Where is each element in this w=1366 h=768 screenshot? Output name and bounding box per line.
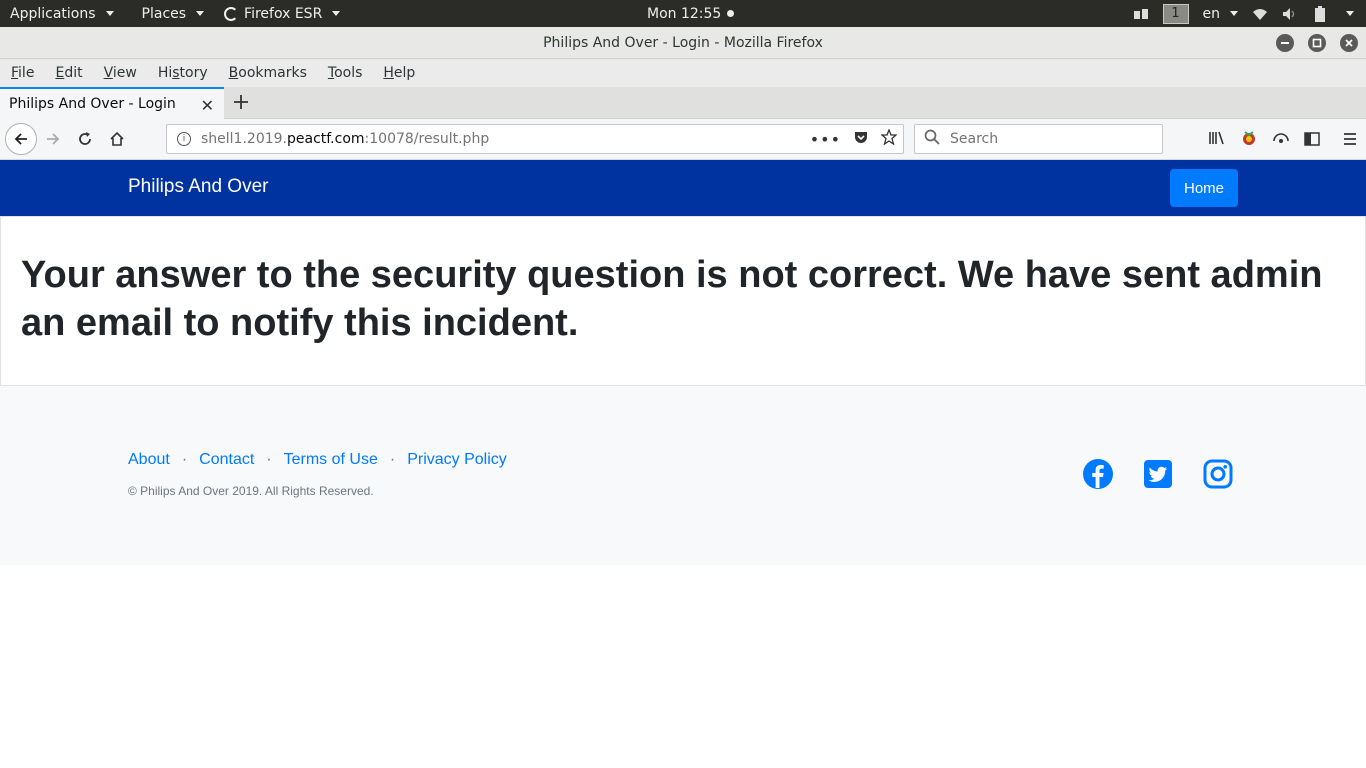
page-content: Philips And Over Home Your answer to the… <box>0 160 1366 768</box>
close-tab-icon[interactable]: ✕ <box>201 96 214 115</box>
hamburger-menu-icon[interactable] <box>1342 131 1358 150</box>
footer-link-contact[interactable]: Contact <box>199 451 254 469</box>
sidebar-icon[interactable] <box>1304 131 1320 150</box>
maximize-button[interactable] <box>1308 34 1326 52</box>
forward-button[interactable] <box>39 125 67 153</box>
home-toolbar-button[interactable] <box>103 125 131 153</box>
home-button[interactable]: Home <box>1170 169 1238 207</box>
menu-view[interactable]: View <box>93 65 147 81</box>
menu-bar: File Edit View History Bookmarks Tools H… <box>0 59 1366 87</box>
chevron-down-icon[interactable] <box>1346 11 1354 16</box>
instagram-icon[interactable] <box>1202 458 1234 490</box>
places-menu[interactable]: Places <box>132 0 215 27</box>
tab-bar: Philips And Over - Login ✕ <box>0 87 1366 119</box>
footer-links: About · Contact · Terms of Use · Privacy… <box>128 451 507 469</box>
system-tray: 1 en <box>1133 0 1366 27</box>
facebook-icon[interactable] <box>1082 458 1114 490</box>
minimize-icon <box>1281 42 1289 44</box>
app-menu-label: Firefox ESR <box>244 5 323 22</box>
url-text: shell1.2019.peactf.com:10078/result.php <box>201 131 490 147</box>
footer-separator: · <box>181 451 188 468</box>
monitor-icon[interactable] <box>1272 130 1290 150</box>
search-bar[interactable]: Search <box>914 124 1163 154</box>
close-icon <box>1345 39 1353 47</box>
app-menu[interactable]: Firefox ESR <box>214 0 350 27</box>
library-icon[interactable] <box>1208 130 1226 150</box>
menu-help[interactable]: Help <box>372 65 425 81</box>
arrow-right-icon <box>47 133 60 145</box>
footer-link-terms[interactable]: Terms of Use <box>284 451 378 469</box>
site-brand[interactable]: Philips And Over <box>128 176 268 198</box>
page-actions-icon[interactable]: ••• <box>810 130 841 149</box>
pocket-icon[interactable] <box>853 129 869 149</box>
places-label: Places <box>141 5 187 22</box>
minimize-button[interactable] <box>1276 34 1294 52</box>
clock-label: Mon 12:55 <box>647 5 722 22</box>
window-titlebar[interactable]: Philips And Over - Login - Mozilla Firef… <box>0 27 1366 59</box>
navigation-toolbar: i shell1.2019.peactf.com:10078/result.ph… <box>0 119 1366 160</box>
social-links <box>1082 458 1234 490</box>
applications-menu[interactable]: Applications <box>0 0 124 27</box>
tab-active[interactable]: Philips And Over - Login ✕ <box>0 87 224 119</box>
bookmark-star-icon[interactable] <box>880 128 898 149</box>
volume-icon[interactable] <box>1282 7 1298 21</box>
error-message: Your answer to the security question is … <box>21 254 1323 344</box>
language-menu[interactable]: en <box>1202 0 1238 27</box>
reload-icon <box>79 132 91 145</box>
menu-tools[interactable]: Tools <box>317 65 373 81</box>
back-button[interactable] <box>5 123 37 155</box>
chevron-down-icon <box>105 11 114 16</box>
footer-link-about[interactable]: About <box>128 451 170 469</box>
home-icon <box>110 131 124 146</box>
arrow-left-icon <box>14 133 27 145</box>
window-title: Philips And Over - Login - Mozilla Firef… <box>543 34 823 51</box>
chevron-down-icon <box>332 11 341 16</box>
extension-icon[interactable] <box>1240 129 1258 151</box>
footer-separator: · <box>389 451 396 468</box>
chevron-down-icon <box>196 11 205 16</box>
chevron-down-icon <box>1230 11 1238 16</box>
workspace-indicator[interactable]: 1 <box>1162 3 1189 24</box>
twitter-icon[interactable] <box>1142 458 1174 490</box>
applications-label: Applications <box>10 5 96 22</box>
menu-history[interactable]: History <box>147 65 218 81</box>
notification-dot-icon <box>727 10 735 17</box>
language-label: en <box>1202 5 1221 22</box>
address-bar[interactable]: i shell1.2019.peactf.com:10078/result.ph… <box>166 124 904 154</box>
wifi-icon[interactable] <box>1252 7 1268 21</box>
toolbar-tools <box>1208 129 1358 151</box>
clock[interactable]: Mon 12:55 <box>647 0 735 27</box>
close-window-button[interactable] <box>1340 34 1358 52</box>
system-top-bar: Applications Places Firefox ESR Mon 12:5… <box>0 0 1366 27</box>
menu-bookmarks[interactable]: Bookmarks <box>218 65 317 81</box>
menu-edit[interactable]: Edit <box>44 65 92 81</box>
footer-separator: · <box>266 451 272 468</box>
site-navbar: Philips And Over Home <box>0 160 1366 216</box>
site-footer: About · Contact · Terms of Use · Privacy… <box>0 386 1366 565</box>
search-icon <box>924 129 940 149</box>
message-card: Your answer to the security question is … <box>0 216 1366 386</box>
plus-icon <box>234 95 248 109</box>
tab-title: Philips And Over - Login <box>9 96 176 112</box>
extensions-icon[interactable] <box>1133 7 1149 21</box>
battery-icon[interactable] <box>1312 5 1328 22</box>
firefox-icon <box>224 6 239 21</box>
new-tab-button[interactable] <box>230 90 252 114</box>
menu-file[interactable]: File <box>0 65 44 81</box>
reload-button[interactable] <box>71 125 99 153</box>
footer-link-privacy[interactable]: Privacy Policy <box>407 451 507 469</box>
copyright-text: © Philips And Over 2019. All Rights Rese… <box>128 484 374 498</box>
maximize-icon <box>1312 38 1322 48</box>
search-placeholder: Search <box>950 131 999 147</box>
site-info-icon[interactable]: i <box>177 132 191 146</box>
